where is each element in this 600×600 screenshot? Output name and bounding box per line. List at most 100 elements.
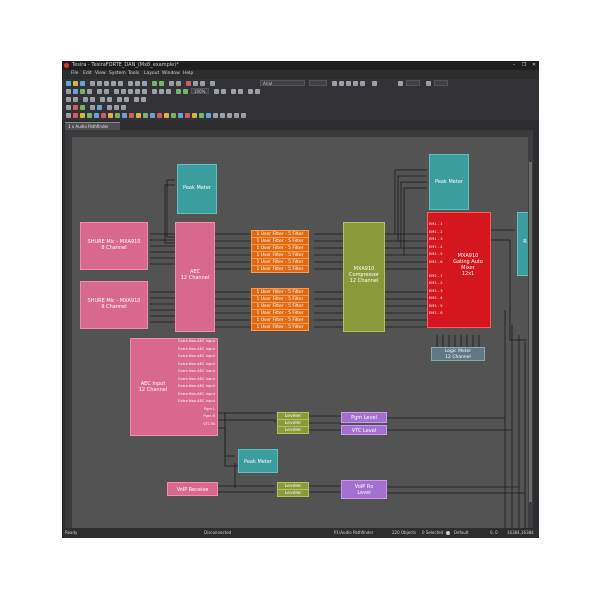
blk-annotation-icon[interactable] xyxy=(206,112,211,118)
copy-icon[interactable] xyxy=(111,80,116,86)
leveler-block[interactable]: Leveler xyxy=(277,426,309,434)
vtc-level-block[interactable]: VTC Level xyxy=(341,425,387,435)
zoom-area-icon[interactable] xyxy=(183,88,188,94)
scrollbar-thumb[interactable] xyxy=(529,162,532,502)
blk-generator-icon[interactable] xyxy=(164,112,169,118)
blk-router-icon[interactable] xyxy=(115,112,120,118)
blk-telephone-icon[interactable] xyxy=(150,112,155,118)
obj-c-icon[interactable] xyxy=(90,104,95,110)
blk-expand-icon[interactable] xyxy=(220,112,225,118)
line-color-select[interactable] xyxy=(434,80,448,86)
tool-h-icon[interactable] xyxy=(124,96,129,102)
new-icon[interactable] xyxy=(66,80,71,86)
align-bottom-icon[interactable] xyxy=(166,88,171,94)
blk-output-icon[interactable] xyxy=(73,112,78,118)
menu-tools[interactable]: Tools xyxy=(128,70,139,78)
tool-d-icon[interactable] xyxy=(90,96,95,102)
obj-a-icon[interactable] xyxy=(73,104,78,110)
peak-meter-block-2[interactable]: Peak Meter xyxy=(429,154,469,210)
align-top-icon[interactable] xyxy=(152,88,157,94)
zoom-fit-icon[interactable] xyxy=(176,88,181,94)
ungroup-icon[interactable] xyxy=(128,88,133,94)
print-icon[interactable] xyxy=(90,80,95,86)
obj-b-icon[interactable] xyxy=(80,104,85,110)
snap-icon[interactable] xyxy=(231,88,236,94)
blk-aec-icon[interactable] xyxy=(157,112,162,118)
device-icon[interactable] xyxy=(97,88,102,94)
filter-block[interactable]: 1 User Filter - 5 Filter xyxy=(251,323,309,331)
delete-icon[interactable] xyxy=(135,80,140,86)
send-back-icon[interactable] xyxy=(142,88,147,94)
tool-g-icon[interactable] xyxy=(117,96,122,102)
blk-expand2-icon[interactable] xyxy=(227,112,232,118)
underline-icon[interactable] xyxy=(346,80,351,86)
blk-meter-icon[interactable] xyxy=(122,112,127,118)
font-size-select[interactable] xyxy=(309,80,327,86)
leveler-block[interactable]: Leveler xyxy=(277,489,309,497)
font-select[interactable]: Arial xyxy=(260,80,305,86)
italic-icon[interactable] xyxy=(339,80,344,86)
shure-mic-block-2[interactable]: SHURE Mic - MXA910 8 Channel xyxy=(80,281,148,329)
logic-meter-block[interactable]: Logic Meter 12 Channel xyxy=(431,347,485,361)
group-icon[interactable] xyxy=(121,88,126,94)
blk-logic-icon[interactable] xyxy=(129,112,134,118)
peak-meter-block-1[interactable]: Peak Meter xyxy=(177,164,217,214)
obj-f-icon[interactable] xyxy=(114,104,119,110)
align-middle-icon[interactable] xyxy=(159,88,164,94)
bring-front-icon[interactable] xyxy=(135,88,140,94)
stop-icon[interactable] xyxy=(186,80,191,86)
preview-icon[interactable] xyxy=(97,80,102,86)
cut-icon[interactable] xyxy=(128,80,133,86)
blk-dynamics-icon[interactable] xyxy=(94,112,99,118)
status-mode[interactable]: Default xyxy=(454,528,469,538)
connect-icon[interactable] xyxy=(87,88,92,94)
blk-mixer-icon[interactable] xyxy=(80,112,85,118)
distribute-icon[interactable] xyxy=(214,88,219,94)
undo-icon[interactable] xyxy=(142,80,147,86)
tool-e-icon[interactable] xyxy=(100,96,105,102)
obj-g-icon[interactable] xyxy=(121,104,126,110)
properties-icon[interactable] xyxy=(104,80,109,86)
eye-icon[interactable] xyxy=(446,531,450,535)
menu-help[interactable]: Help xyxy=(183,70,193,78)
filter-block[interactable]: 1 User Filter - 5 Filter xyxy=(251,265,309,273)
text-icon[interactable] xyxy=(210,80,215,86)
paste-icon[interactable] xyxy=(118,80,123,86)
ruler-icon[interactable] xyxy=(221,88,226,94)
tool-a-icon[interactable] xyxy=(66,96,71,102)
blk-expand3-icon[interactable] xyxy=(234,112,239,118)
blk-input-icon[interactable] xyxy=(66,112,71,118)
menu-layout[interactable]: Layout xyxy=(144,70,159,78)
minimize-button[interactable]: – xyxy=(509,61,519,70)
zoom-in-icon[interactable] xyxy=(152,80,157,86)
tool-c-icon[interactable] xyxy=(83,96,88,102)
layout-canvas[interactable]: SHURE Mic - MXA910 8 Channel SHURE Mic -… xyxy=(65,130,533,528)
tool-j-icon[interactable] xyxy=(141,96,146,102)
maximize-button[interactable]: ❐ xyxy=(519,61,529,70)
blk-crossover-icon[interactable] xyxy=(199,112,204,118)
color-fill-icon[interactable] xyxy=(372,80,377,86)
blk-voip-icon[interactable] xyxy=(143,112,148,118)
settings-icon[interactable] xyxy=(193,80,198,86)
voip-rx-level-block[interactable]: VoIP Rx Level xyxy=(341,480,387,499)
blk-more-icon[interactable] xyxy=(213,112,218,118)
align-icon[interactable] xyxy=(169,80,174,86)
blk-filter-icon[interactable] xyxy=(101,112,106,118)
compile-icon[interactable] xyxy=(73,88,78,94)
menu-system[interactable]: System xyxy=(109,70,126,78)
vertical-scrollbar[interactable] xyxy=(528,137,533,528)
blk-mute-icon[interactable] xyxy=(185,112,190,118)
align-left-icon[interactable] xyxy=(353,80,358,86)
blk-leveler-icon[interactable] xyxy=(171,112,176,118)
tab-audio-pathfinder[interactable]: 1 x Audio Pathfinder xyxy=(65,122,120,130)
save-icon[interactable] xyxy=(80,80,85,86)
obj-d-icon[interactable] xyxy=(97,104,102,110)
rotate-icon[interactable] xyxy=(255,88,260,94)
menu-view[interactable]: View xyxy=(95,70,106,78)
wire-icon[interactable] xyxy=(238,88,243,94)
blk-gain-icon[interactable] xyxy=(178,112,183,118)
grid-icon[interactable] xyxy=(176,80,181,86)
blk-source-icon[interactable] xyxy=(192,112,197,118)
send-icon[interactable] xyxy=(80,88,85,94)
peak-meter-block-3[interactable]: Peak Meter xyxy=(238,449,278,473)
